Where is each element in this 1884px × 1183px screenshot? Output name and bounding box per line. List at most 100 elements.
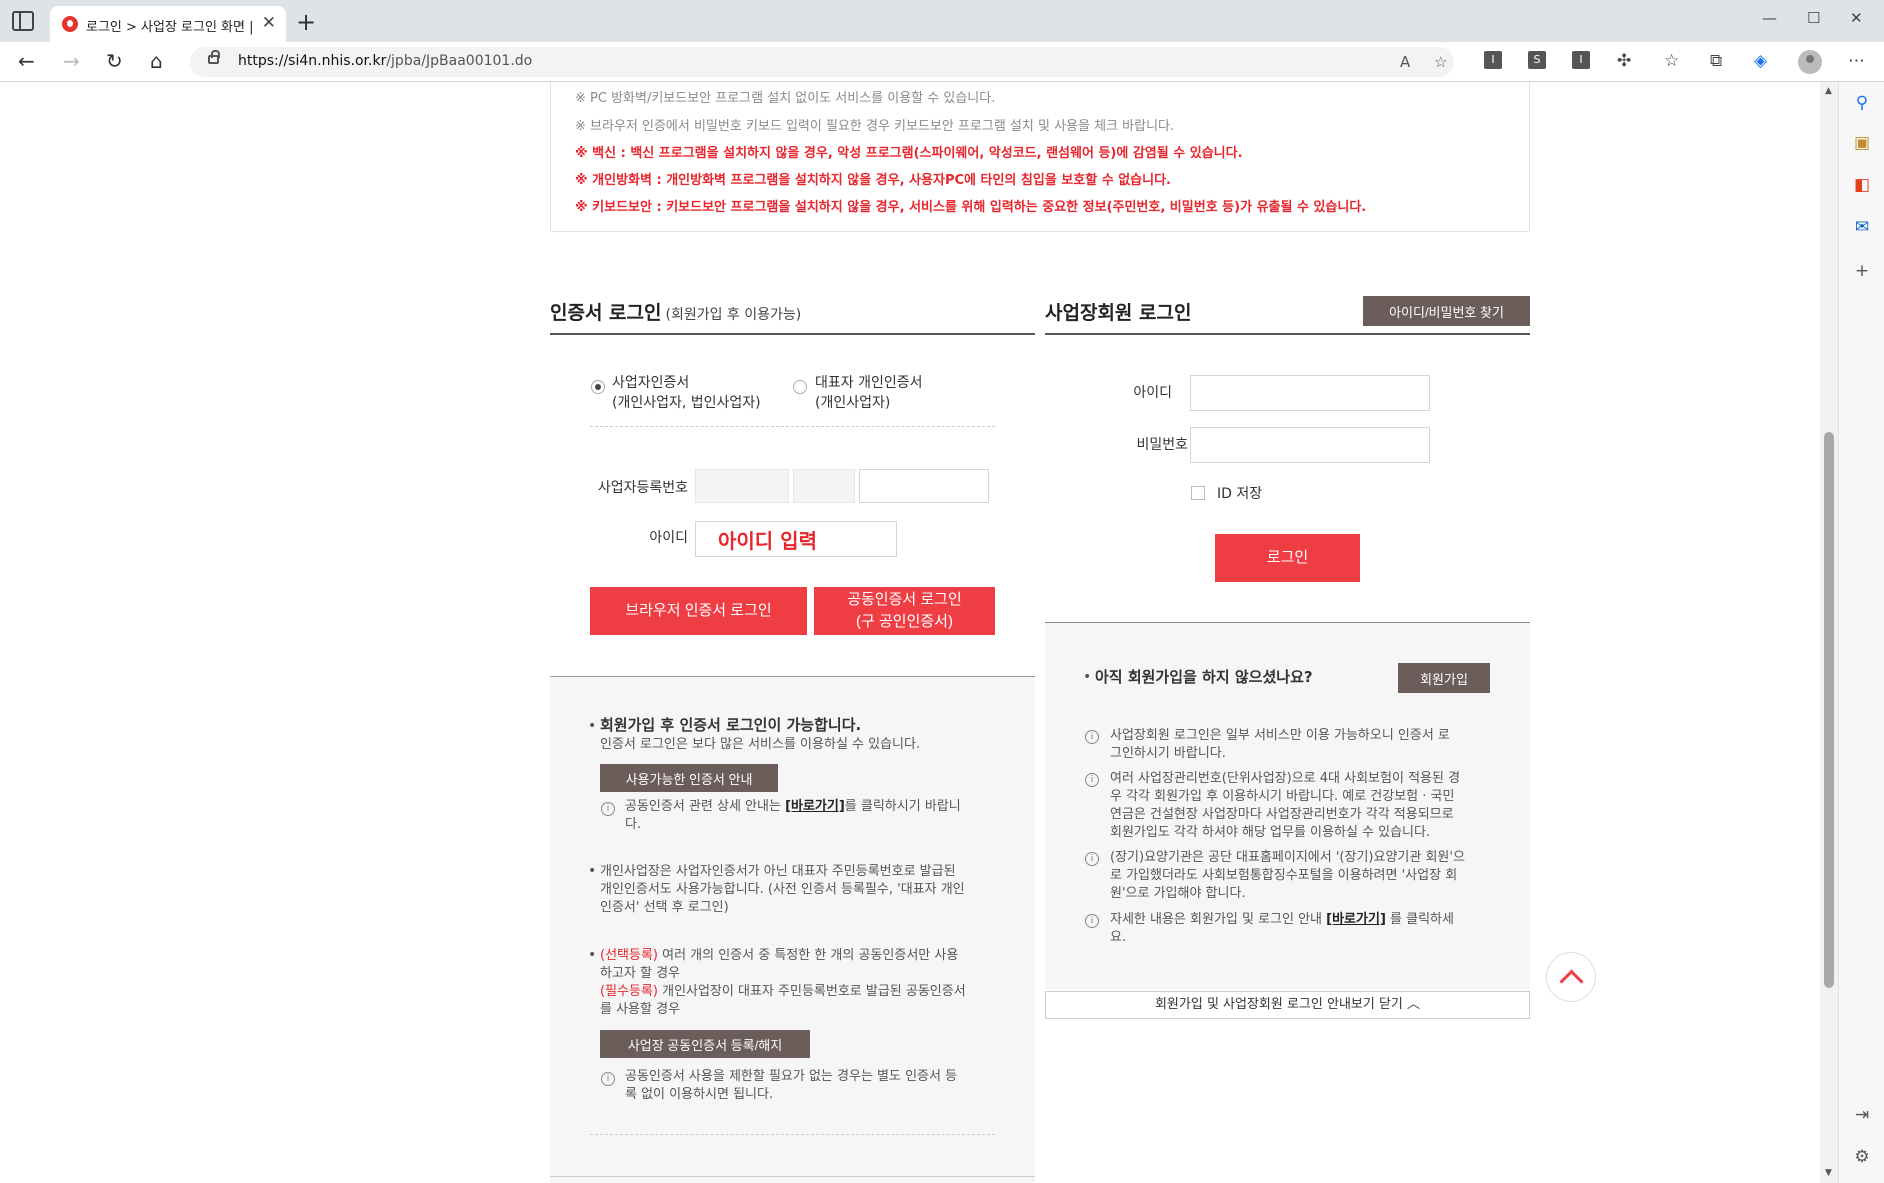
- bullet-dot: •: [588, 863, 597, 879]
- refresh-icon[interactable]: ↻: [106, 49, 123, 73]
- personal-cert-note: 개인사업장은 사업자인증서가 아닌 대표자 주민등록번호로 발급된 개인인증서도 …: [600, 864, 965, 915]
- add-favorite-icon[interactable]: ☆: [1434, 53, 1447, 71]
- bullet-dot: •: [1083, 669, 1092, 685]
- member-login-title: 사업장회원 로그인: [1045, 302, 1192, 324]
- tab-actions-icon[interactable]: [12, 11, 34, 31]
- member-info-note-3: (장기)요양기관은 공단 대표홈페이지에서 '(장기)요양기관 회원'으 로 가입…: [1110, 850, 1465, 901]
- page-content: ※ PC 방화벽/키보드보안 프로그램 설치 없이도 서비스를 이용할 수 있습…: [0, 82, 1820, 1183]
- cert-login-rule: [550, 333, 1035, 335]
- cert-login-note: (회원가입 후 이용가능): [665, 307, 802, 323]
- cert-info-headline: 회원가입 후 인증서 로그인이 가능합니다.: [600, 716, 862, 734]
- tab-title: 로그인 > 사업장 로그인 화면 | h: [86, 20, 256, 35]
- shopping-icon[interactable]: ▣: [1853, 134, 1871, 152]
- guide-toggle-bar[interactable]: 회원가입 및 사업장회원 로그인 안내보기 닫기 ︿: [1045, 991, 1530, 1019]
- page-scrollbar[interactable]: ▲ ▼: [1820, 82, 1838, 1183]
- divider: [550, 1176, 1035, 1177]
- info-icon: i: [601, 1072, 615, 1086]
- member-id-label: 아이디: [1133, 385, 1172, 401]
- extension-icon-1[interactable]: I: [1484, 51, 1502, 69]
- joint-cert-shortcut-link[interactable]: [바로가기]: [785, 799, 845, 814]
- browser-toolbar: ← → ↻ ⌂ https://si4n.nhis.or.kr/jpba/JpB…: [0, 42, 1884, 82]
- radio-business-cert-label[interactable]: 사업자인증서 (개인사업자, 법인사업자): [612, 373, 761, 413]
- notice-line-warning: ※ 백신 : 백신 프로그램을 설치하지 않을 경우, 악성 프로그램(스파이웨…: [575, 146, 1243, 161]
- member-info-note-4: 자세한 내용은 회원가입 및 로그인 안내 [바로가기] 를 클릭하세 요.: [1110, 912, 1454, 945]
- lock-icon[interactable]: [208, 50, 220, 64]
- join-question: 아직 회원가입을 하지 않으셨나요?: [1095, 668, 1313, 686]
- extension-icon-3[interactable]: I: [1572, 51, 1590, 69]
- browser-tab-active[interactable]: 로그인 > 사업장 로그인 화면 | h ✕: [50, 6, 286, 42]
- cert-id-label: 아이디: [649, 530, 688, 546]
- back-icon[interactable]: ←: [18, 49, 35, 73]
- edge-sidebar: ⚲ ▣ ◧ ✉ + ⇥ ⚙: [1838, 82, 1884, 1183]
- sidebar-hide-icon[interactable]: ⇥: [1853, 1106, 1871, 1124]
- info-icon: i: [601, 802, 615, 816]
- extension-icon-2[interactable]: S: [1528, 51, 1546, 69]
- info-icon: i: [1085, 852, 1099, 866]
- biz-no-field-1[interactable]: [695, 469, 789, 503]
- id-entry-hint: 아이디 입력: [718, 529, 817, 553]
- join-button[interactable]: 회원가입: [1398, 663, 1490, 693]
- joint-cert-login-button[interactable]: 공동인증서 로그인 (구 공인인증서): [814, 587, 995, 635]
- cert-info-subtext: 인증서 로그인은 보다 많은 서비스를 이용하실 수 있습니다.: [600, 737, 921, 752]
- address-bar[interactable]: https://si4n.nhis.or.kr/jpba/JpBaa00101.…: [190, 47, 1454, 77]
- biz-no-field-3[interactable]: [859, 469, 989, 503]
- biz-no-field-2[interactable]: [793, 469, 855, 503]
- biz-no-label: 사업자등록번호: [597, 480, 688, 496]
- copilot-icon[interactable]: ◈: [1754, 51, 1767, 71]
- cert-restriction-note: 공동인증서 사용을 제한할 필요가 없는 경우는 별도 인증서 등록 없이 이용…: [625, 1069, 958, 1102]
- minimize-icon[interactable]: —: [1762, 9, 1777, 27]
- url-text: https://si4n.nhis.or.kr/jpba/JpBaa00101.…: [238, 53, 533, 69]
- favorites-icon[interactable]: ☆: [1664, 51, 1679, 71]
- nhis-favicon-icon: [62, 16, 78, 32]
- bullet-dot: •: [588, 947, 597, 963]
- read-aloud-icon[interactable]: A: [1400, 53, 1410, 71]
- member-login-button[interactable]: 로그인: [1215, 534, 1360, 582]
- member-password-label: 비밀번호: [1136, 437, 1188, 453]
- security-notice-box: ※ PC 방화벽/키보드보안 프로그램 설치 없이도 서비스를 이용할 수 있습…: [550, 82, 1530, 232]
- office-icon[interactable]: ◧: [1853, 176, 1871, 194]
- find-id-password-button[interactable]: 아이디/비밀번호 찾기: [1363, 296, 1530, 326]
- member-id-input[interactable]: [1190, 375, 1430, 411]
- radio-business-cert[interactable]: [591, 380, 605, 394]
- divider: [590, 426, 995, 427]
- radio-rep-personal-cert[interactable]: [793, 380, 807, 394]
- notice-line: ※ 브라우저 인증에서 비밀번호 키보드 입력이 필요한 경우 키보드보안 프로…: [575, 119, 1175, 134]
- tab-close-icon[interactable]: ✕: [262, 13, 276, 33]
- browser-titlebar: 로그인 > 사업장 로그인 화면 | h ✕ + — ☐ ✕: [0, 0, 1884, 42]
- notice-line-warning: ※ 키보드보안 : 키보드보안 프로그램을 설치하지 않을 경우, 서비스를 위…: [575, 200, 1367, 215]
- extensions-puzzle-icon[interactable]: ✣: [1617, 51, 1631, 71]
- add-sidebar-icon[interactable]: +: [1853, 262, 1871, 280]
- member-info-note-2: 여러 사업장관리번호(단위사업장)으로 4대 사회보험이 적용된 경우 각각 회…: [1110, 771, 1461, 840]
- info-icon: i: [1085, 773, 1099, 787]
- scroll-down-icon[interactable]: ▼: [1825, 1168, 1832, 1178]
- outlook-icon[interactable]: ✉: [1853, 218, 1871, 236]
- scroll-to-top-button[interactable]: [1546, 952, 1596, 1002]
- join-guide-shortcut-link[interactable]: [바로가기]: [1326, 912, 1386, 927]
- profile-avatar[interactable]: [1798, 50, 1822, 74]
- info-icon: i: [1085, 914, 1099, 928]
- window-close-icon[interactable]: ✕: [1850, 9, 1863, 27]
- notice-line-warning: ※ 개인방화벽 : 개인방화벽 프로그램을 설치하지 않을 경우, 사용자PC에…: [575, 173, 1171, 188]
- member-login-rule: [1045, 333, 1530, 335]
- settings-gear-icon[interactable]: ⚙: [1853, 1148, 1871, 1166]
- browser-cert-login-button[interactable]: 브라우저 인증서 로그인: [590, 587, 807, 635]
- more-menu-icon[interactable]: ⋯: [1848, 51, 1865, 71]
- register-joint-cert-button[interactable]: 사업장 공동인증서 등록/해지: [600, 1030, 810, 1058]
- forward-icon[interactable]: →: [63, 49, 80, 73]
- save-id-checkbox[interactable]: [1191, 486, 1205, 500]
- member-password-input[interactable]: [1190, 427, 1430, 463]
- cert-login-title: 인증서 로그인 (회원가입 후 이용가능): [550, 302, 802, 324]
- scroll-thumb[interactable]: [1824, 432, 1834, 988]
- maximize-icon[interactable]: ☐: [1807, 9, 1820, 27]
- notice-line: ※ PC 방화벽/키보드보안 프로그램 설치 없이도 서비스를 이용할 수 있습…: [575, 91, 996, 106]
- joint-cert-guide-text: 공동인증서 관련 상세 안내는 [바로가기]를 클릭하시기 바랍니 다.: [625, 799, 961, 832]
- radio-rep-personal-cert-label[interactable]: 대표자 개인인증서 (개인사업자): [815, 373, 923, 413]
- new-tab-icon[interactable]: +: [296, 8, 316, 36]
- search-icon[interactable]: ⚲: [1853, 94, 1871, 112]
- collections-icon[interactable]: ⧉: [1710, 51, 1722, 71]
- scroll-up-icon[interactable]: ▲: [1825, 86, 1832, 96]
- save-id-label[interactable]: ID 저장: [1217, 483, 1262, 503]
- available-cert-guide-button[interactable]: 사용가능한 인증서 안내: [600, 764, 778, 792]
- home-icon[interactable]: ⌂: [150, 49, 163, 73]
- divider: [590, 1134, 995, 1135]
